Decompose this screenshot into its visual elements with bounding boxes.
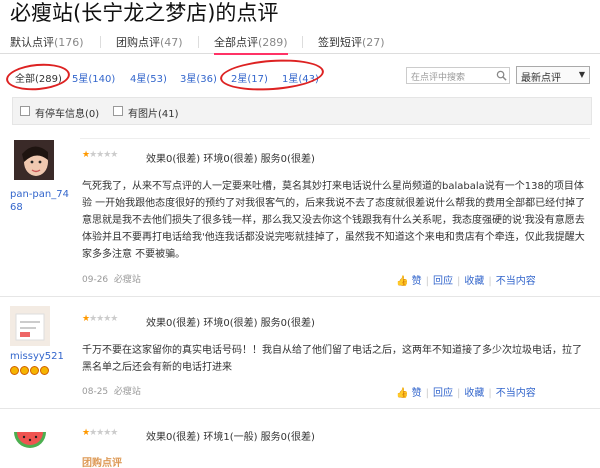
group-buy-review-label: 团购点评	[82, 458, 122, 468]
review-divider	[0, 408, 600, 409]
review-scores: 效果0(很差) 环境1(一般) 服务0(很差)	[146, 432, 315, 443]
avatar[interactable]	[10, 306, 50, 346]
review-scores: 效果0(很差) 环境0(很差) 服务0(很差)	[146, 154, 315, 165]
review-text: 气死我了，从来不写点评的人一定要来吐槽，莫名其妙打来电话说什么星尚频道的bala…	[82, 181, 586, 260]
report-button[interactable]: 不当内容	[496, 276, 536, 287]
tab-count: (176)	[54, 36, 84, 49]
tab-label: 全部点评	[214, 36, 258, 49]
tab-count: (289)	[258, 36, 288, 49]
reply-button[interactable]: 回应	[433, 388, 453, 399]
favorite-button[interactable]: 收藏	[464, 276, 484, 287]
star-rating: ★★★★★	[82, 314, 118, 324]
sort-select[interactable]: 最新点评 ▼	[516, 66, 590, 84]
tab-label: 团购点评	[116, 36, 160, 49]
medal-icon	[40, 366, 49, 375]
username[interactable]: missyy521	[10, 350, 64, 363]
review-options-bar: 有停车信息(0) 有图片(41)	[12, 97, 592, 125]
star-rating: ★★★★★	[82, 150, 118, 160]
star-rating: ★★★★★	[82, 428, 118, 438]
tab-label: 签到短评	[318, 36, 362, 49]
like-button[interactable]: 赞	[412, 276, 422, 287]
sort-selected-value: 最新点评	[521, 73, 561, 84]
tab-divider	[198, 36, 199, 48]
parking-info-checkbox[interactable]	[20, 106, 30, 116]
search-icon[interactable]	[496, 70, 507, 81]
tab-count: (47)	[160, 36, 183, 49]
favorite-button[interactable]: 收藏	[464, 388, 484, 399]
avatar[interactable]	[10, 418, 50, 458]
tab-checkin-reviews[interactable]: 签到短评(27)	[318, 34, 385, 50]
username[interactable]: pan-pan_74 68	[10, 188, 70, 214]
tab-label: 默认点评	[10, 36, 54, 49]
review-search-input[interactable]: 在点评中搜索	[406, 67, 510, 84]
review-tabs: 默认点评(176) 团购点评(47) 全部点评(289) 签到短评(27)	[0, 32, 600, 55]
tab-group-buy-reviews[interactable]: 团购点评(47)	[116, 34, 183, 50]
report-button[interactable]: 不当内容	[496, 388, 536, 399]
review-divider	[0, 296, 600, 297]
tab-default-reviews[interactable]: 默认点评(176)	[10, 34, 84, 50]
chevron-down-icon: ▼	[578, 70, 585, 79]
parking-info-label: 有停车信息(0)	[35, 109, 100, 120]
like-icon[interactable]: 👍	[396, 388, 408, 399]
review-date: 09-26 必瘦站	[82, 275, 141, 285]
watermelon-icon	[14, 432, 46, 448]
medal-icon	[30, 366, 39, 375]
avatar[interactable]	[14, 140, 54, 180]
like-button[interactable]: 赞	[412, 388, 422, 399]
user-level-medals	[10, 366, 50, 378]
has-image-label: 有图片(41)	[128, 109, 179, 120]
tab-divider	[302, 36, 303, 48]
page-title: 必瘦站(长宁龙之梦店)的点评	[10, 1, 279, 25]
has-image-checkbox[interactable]	[113, 106, 123, 116]
review-top-border	[80, 138, 590, 139]
filter-4-star[interactable]: 4星(53)	[130, 70, 167, 85]
user-photo-icon	[10, 306, 50, 346]
reply-button[interactable]: 回应	[433, 276, 453, 287]
review-text: 千万不要在这家留你的真实电话号码！！我自从给了他们留了电话之后，这两年不知道接了…	[82, 345, 582, 373]
review-actions: 👍 赞 | 回应 | 收藏 | 不当内容	[396, 388, 536, 399]
user-photo-icon	[14, 140, 54, 180]
tab-divider	[100, 36, 101, 48]
medal-icon	[20, 366, 29, 375]
review-date: 08-25 必瘦站	[82, 387, 141, 397]
tab-all-reviews[interactable]: 全部点评(289)	[214, 34, 288, 55]
medal-icon	[10, 366, 19, 375]
review-actions: 👍 赞 | 回应 | 收藏 | 不当内容	[396, 276, 536, 287]
review-scores: 效果0(很差) 环境0(很差) 服务0(很差)	[146, 318, 315, 329]
filter-3-star[interactable]: 3星(36)	[180, 70, 217, 85]
filter-5-star[interactable]: 5星(140)	[72, 70, 115, 85]
like-icon[interactable]: 👍	[396, 276, 408, 287]
tab-count: (27)	[362, 36, 385, 49]
